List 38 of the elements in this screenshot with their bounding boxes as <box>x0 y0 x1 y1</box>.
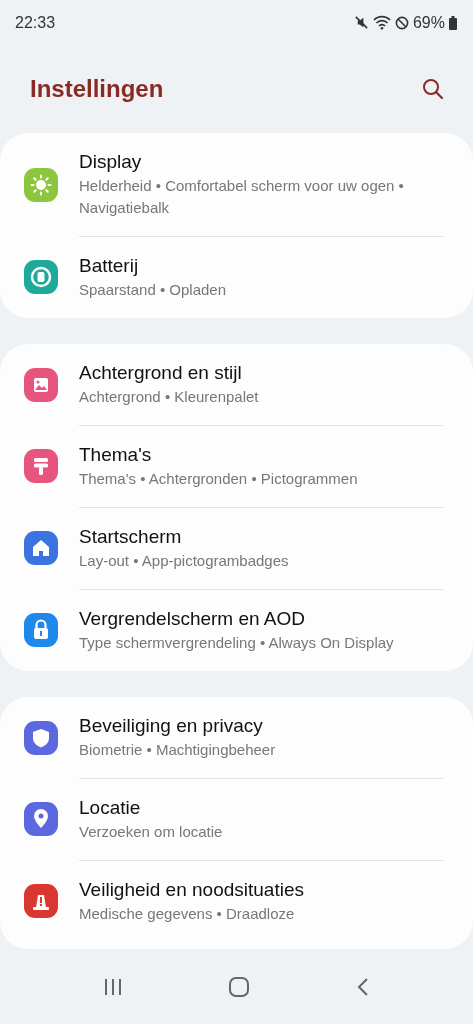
item-title: Thema's <box>79 443 153 467</box>
settings-item[interactable]: Display Helderheid • Comfortabel scherm voor uw ogen • Navigatiebalk <box>0 133 473 236</box>
item-subtitle: Type schermvergrendeling • Always On Display <box>79 633 395 653</box>
settings-item[interactable]: Veiligheid en noodsituaties Medische gegevens • Draadloze <box>0 860 473 942</box>
item-title: Startscherm <box>79 525 183 549</box>
item-subtitle: Thema's • Achtergronden • Pictogrammen <box>79 469 359 489</box>
recent-apps-icon[interactable] <box>102 977 123 996</box>
item-subtitle: Biometrie • Machtigingbeheer <box>79 740 277 760</box>
item-title: Beveiliging en privacy <box>79 714 264 738</box>
settings-item[interactable]: Beveiliging en privacy Biometrie • Machtigingbeheer <box>0 697 473 778</box>
item-subtitle: Achtergrond • Kleurenpalet <box>79 387 260 407</box>
page-title: Instellingen <box>30 75 164 103</box>
settings-item[interactable]: Batterij Spaarstand • Opladen <box>0 236 473 318</box>
settings-item[interactable]: Locatie Verzoeken om locatie <box>0 778 473 860</box>
item-title: Vergrendelscherm en AOD <box>79 607 306 631</box>
clock: 22:33 <box>15 13 56 32</box>
item-title: Veiligheid en noodsituaties <box>79 878 305 902</box>
home-icon[interactable] <box>228 976 251 997</box>
item-subtitle: Helderheid • Comfortabel scherm voor uw ogen • Navigatiebalk <box>79 176 405 218</box>
settings-item[interactable]: Achtergrond en stijl Achtergrond • Kleurenpalet <box>0 344 473 425</box>
battery-percentage: 69% <box>412 13 445 32</box>
item-subtitle: Lay-out • App-pictogrambadges <box>79 551 290 571</box>
settings-item[interactable]: Thema's Thema's • Achtergronden • Pictogrammen <box>0 425 473 507</box>
item-subtitle: Verzoeken om locatie <box>79 822 224 842</box>
do-not-disturb-icon <box>394 15 409 30</box>
search-icon[interactable] <box>421 77 445 101</box>
back-icon[interactable] <box>356 976 371 997</box>
item-title: Locatie <box>79 796 142 820</box>
wifi-icon <box>372 15 391 30</box>
item-title: Achtergrond en stijl <box>79 361 243 385</box>
item-title: Batterij <box>79 254 140 278</box>
mute-icon <box>353 15 369 30</box>
item-subtitle: Spaarstand • Opladen <box>79 280 228 300</box>
item-subtitle: Medische gegevens • Draadloze <box>79 904 296 924</box>
settings-item[interactable]: Startscherm Lay-out • App-pictogrambadges <box>0 507 473 589</box>
battery-icon <box>449 15 457 30</box>
settings-item[interactable]: Vergrendelscherm en AOD Type schermvergrendeling • Always On Display <box>0 589 473 671</box>
item-title: Display <box>79 150 143 174</box>
